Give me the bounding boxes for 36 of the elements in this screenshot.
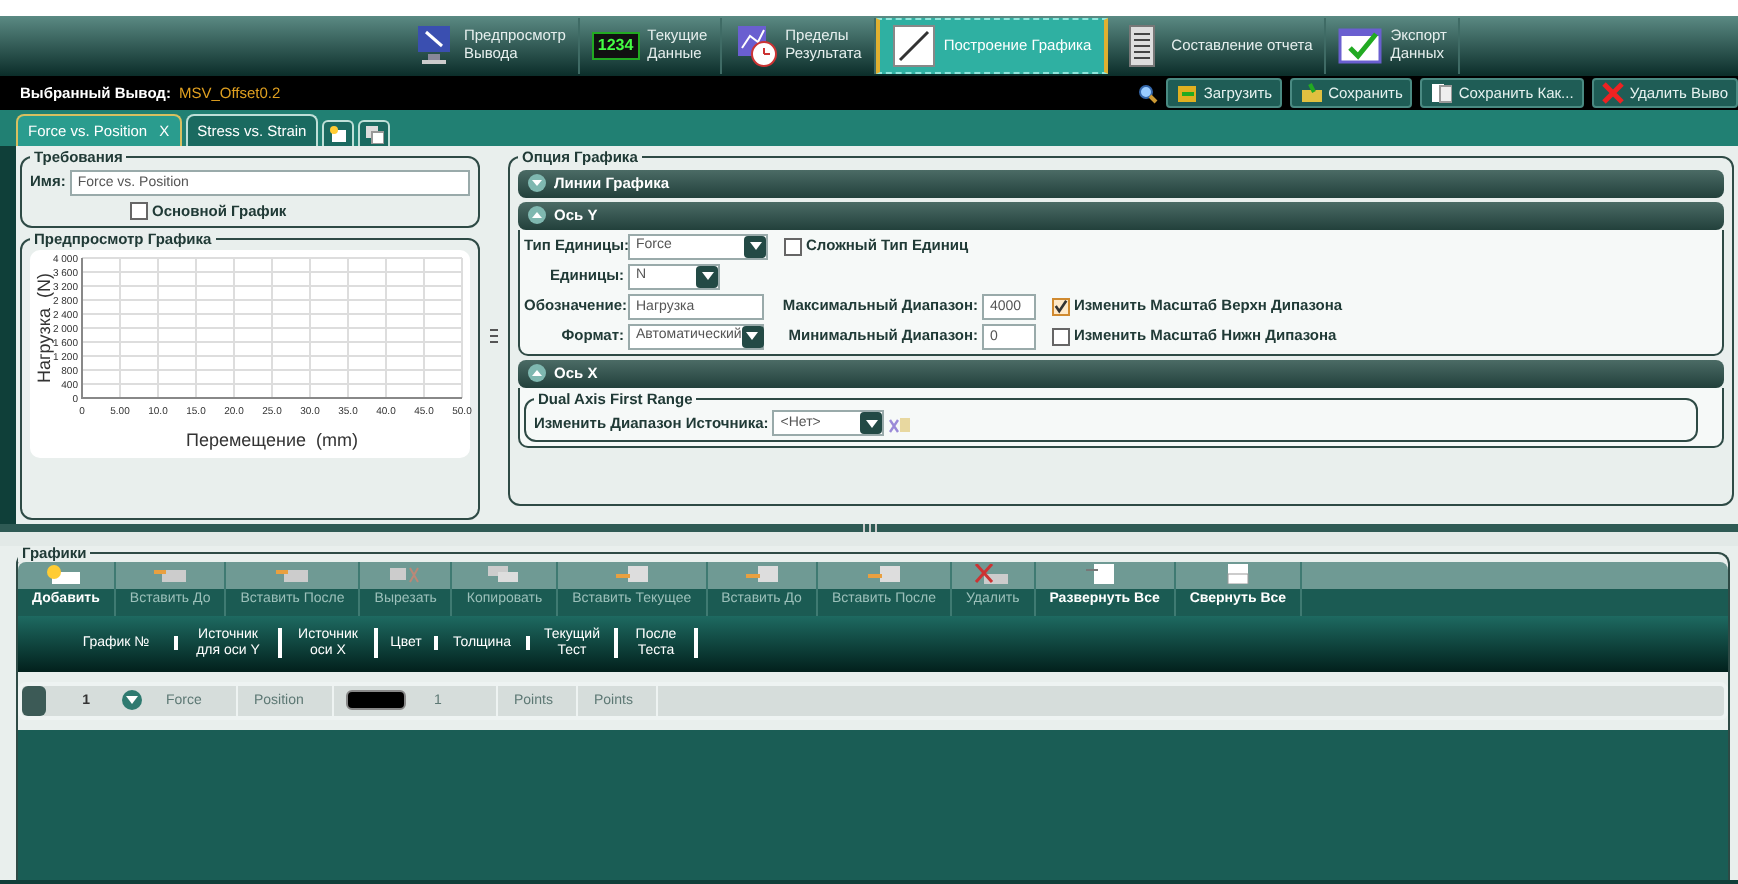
cross-icon [1601, 82, 1624, 104]
folder-icon [1300, 82, 1323, 104]
monitor-icon [412, 24, 456, 68]
caret-icon [701, 272, 713, 280]
row-handle-icon [22, 685, 46, 715]
line-chart-icon [891, 24, 936, 68]
splitter-grip-icon [859, 524, 879, 532]
new-tab-button[interactable] [322, 120, 355, 146]
new-page-icon [45, 563, 86, 583]
delete-icon [972, 563, 1013, 583]
clipboard-icon [863, 563, 904, 583]
expand-icon[interactable] [122, 690, 142, 710]
window-check-icon [1338, 24, 1383, 68]
formula-icon [888, 413, 913, 433]
copy-icon [365, 125, 384, 143]
chart-clock-icon [733, 24, 778, 68]
search-icon [1137, 83, 1158, 103]
collapse-icon [528, 206, 546, 224]
axis-title: Нагрузка (N) [34, 273, 54, 384]
clipboard-icon [611, 563, 652, 583]
collapse-icon [528, 364, 546, 382]
axis-title: Перемещение (mm) [186, 430, 358, 451]
caret-icon [749, 242, 761, 250]
new-page-icon [329, 125, 348, 143]
pages-icon [1430, 82, 1453, 104]
expand-icon [528, 174, 546, 192]
color-swatch[interactable] [346, 690, 406, 710]
copy-tab-button[interactable] [358, 120, 391, 146]
digits-icon: 1234 [591, 32, 640, 60]
clipboard-icon [741, 563, 782, 583]
checkbox[interactable] [1052, 297, 1070, 315]
checkbox[interactable] [130, 201, 148, 220]
caret-icon [746, 332, 759, 340]
caret-icon [865, 419, 878, 427]
checkbox[interactable] [1052, 327, 1070, 345]
checkbox[interactable] [784, 237, 802, 255]
